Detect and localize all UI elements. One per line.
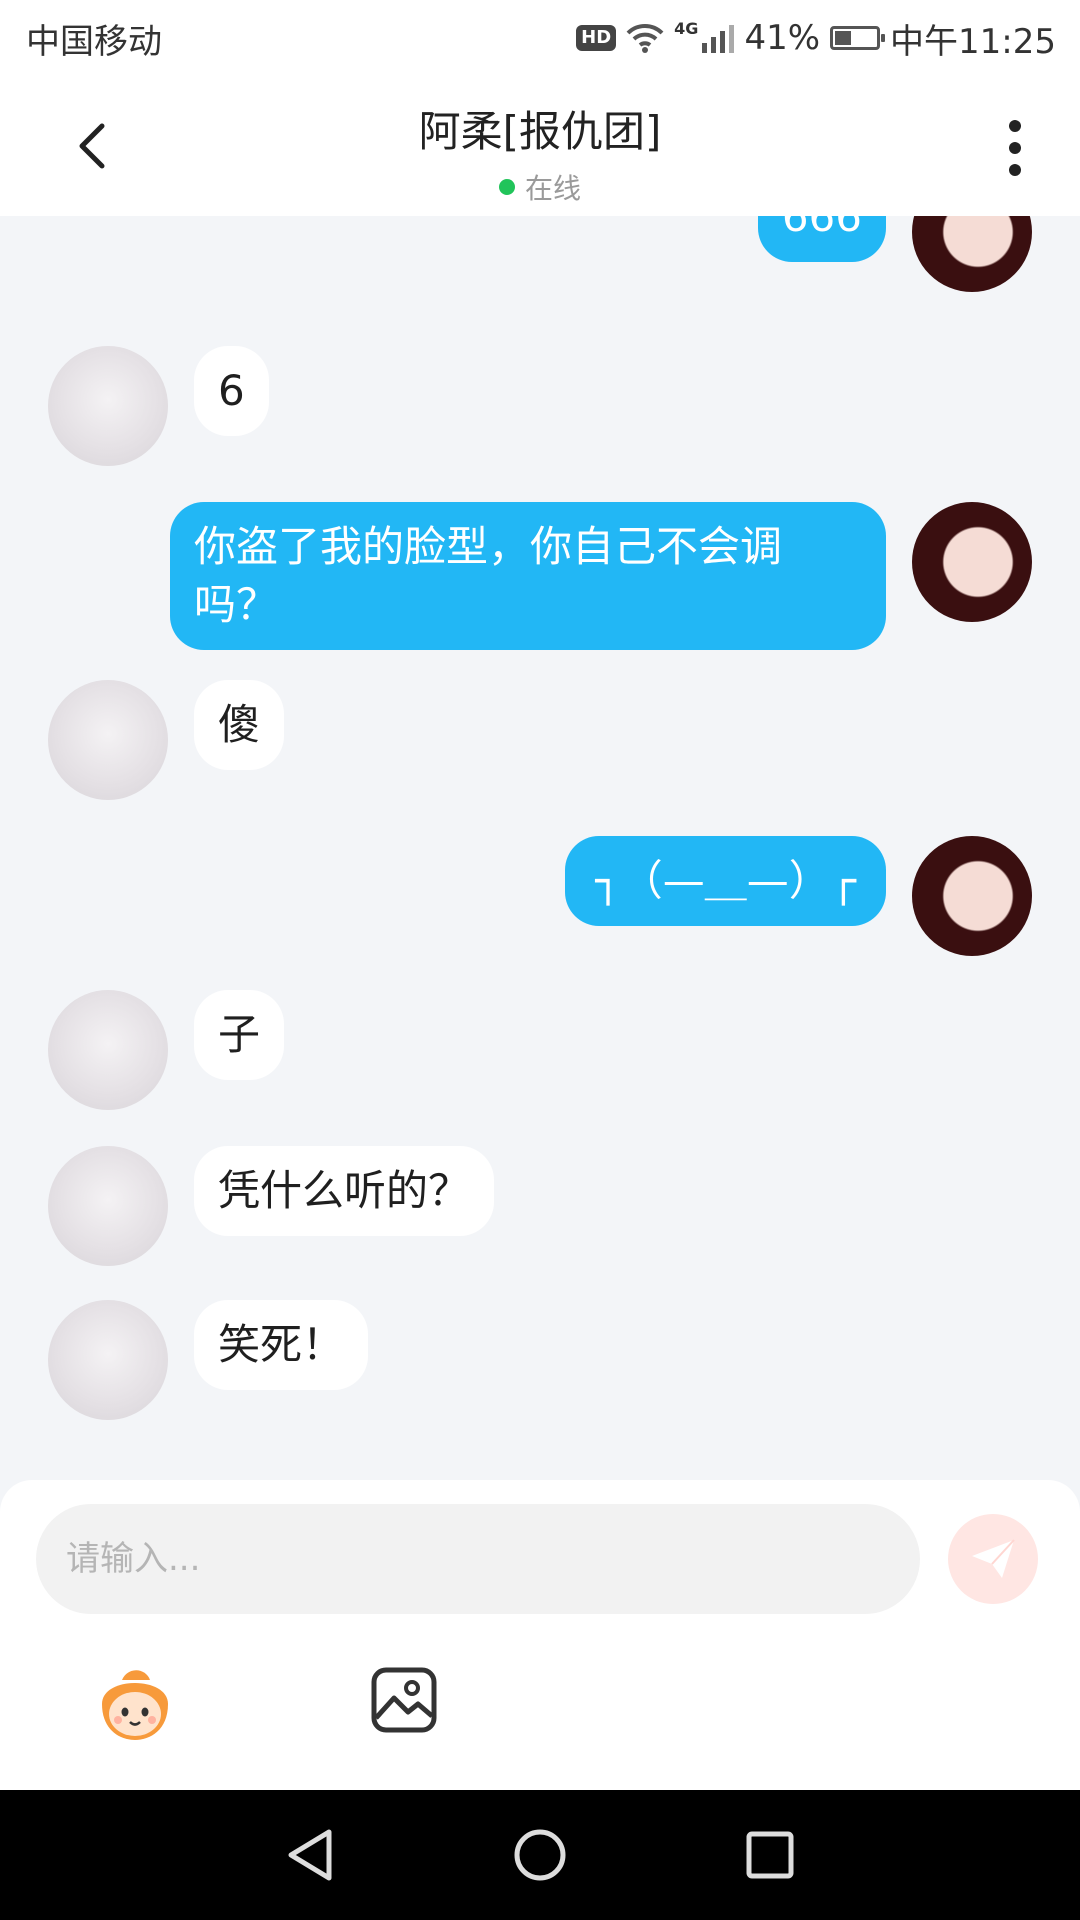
message-bubble[interactable]: 6 bbox=[194, 346, 269, 436]
online-dot-icon bbox=[498, 179, 515, 195]
image-icon bbox=[371, 1667, 437, 1733]
send-icon bbox=[972, 1539, 1015, 1578]
message-list[interactable]: 666 6 你盗了我的脸型，你自己不会调吗？ 傻 ┐（—＿—）┌ 子 凭什么听的… bbox=[0, 216, 1080, 1480]
message-row: 666 bbox=[757, 216, 1032, 292]
status-icons: HD 4G 41% 中午11:25 bbox=[576, 14, 1056, 63]
message-row: 你盗了我的脸型，你自己不会调吗？ bbox=[170, 502, 1032, 650]
message-row: ┐（—＿—）┌ bbox=[565, 836, 1032, 956]
message-bubble[interactable]: 傻 bbox=[194, 680, 285, 770]
contact-avatar[interactable] bbox=[48, 1146, 168, 1266]
circle-home-icon bbox=[514, 1829, 566, 1881]
composer bbox=[0, 1480, 1080, 1790]
message-row: 子 bbox=[48, 990, 285, 1110]
chat-title: 阿柔[报仇团] bbox=[418, 107, 662, 156]
nav-back-button[interactable] bbox=[280, 1825, 340, 1885]
contact-avatar[interactable] bbox=[48, 346, 168, 466]
contact-avatar[interactable] bbox=[48, 990, 168, 1110]
my-avatar[interactable] bbox=[912, 836, 1032, 956]
message-bubble[interactable]: 子 bbox=[194, 990, 285, 1080]
wifi-icon bbox=[626, 23, 664, 53]
chat-header: 阿柔[报仇团] 在线 bbox=[0, 76, 1080, 216]
signal-icon bbox=[702, 23, 735, 53]
contact-avatar[interactable] bbox=[48, 1300, 168, 1420]
battery-icon bbox=[830, 26, 886, 50]
image-button[interactable] bbox=[370, 1666, 438, 1734]
mascot-face-icon bbox=[102, 1670, 168, 1740]
message-input[interactable] bbox=[36, 1504, 920, 1614]
online-status: 在线 bbox=[0, 167, 1080, 207]
nav-recents-button[interactable] bbox=[740, 1825, 800, 1885]
my-avatar[interactable] bbox=[912, 502, 1032, 622]
status-bar: 中国移动 HD 4G 41% 中午11:25 bbox=[0, 0, 1080, 76]
sticker-button[interactable] bbox=[92, 1662, 178, 1742]
nav-home-button[interactable] bbox=[510, 1825, 570, 1885]
triangle-back-icon bbox=[288, 1829, 332, 1881]
message-row: 6 bbox=[48, 346, 269, 466]
send-button[interactable] bbox=[948, 1514, 1038, 1604]
message-bubble[interactable]: ┐（—＿—）┌ bbox=[565, 836, 886, 926]
more-options-button[interactable] bbox=[990, 116, 1040, 180]
my-avatar[interactable] bbox=[912, 216, 1032, 292]
message-row: 凭什么听的？ bbox=[48, 1146, 495, 1266]
online-status-label: 在线 bbox=[524, 172, 581, 205]
hd-badge: HD bbox=[576, 25, 617, 51]
title-block: 阿柔[报仇团] 在线 bbox=[0, 98, 1080, 207]
more-vertical-icon bbox=[1009, 120, 1021, 176]
square-recents-icon bbox=[746, 1831, 794, 1879]
message-row: 笑死！ bbox=[48, 1300, 369, 1420]
clock: 中午11:25 bbox=[890, 21, 1056, 62]
message-bubble[interactable]: 凭什么听的？ bbox=[194, 1146, 495, 1236]
message-bubble[interactable]: 笑死！ bbox=[194, 1300, 369, 1390]
carrier-label: 中国移动 bbox=[26, 21, 162, 62]
message-row: 傻 bbox=[48, 680, 285, 800]
network-type: 4G bbox=[674, 18, 699, 38]
battery-percent: 41% bbox=[744, 18, 821, 58]
message-bubble[interactable]: 你盗了我的脸型，你自己不会调吗？ bbox=[170, 502, 886, 650]
message-bubble[interactable]: 666 bbox=[757, 216, 886, 262]
contact-avatar[interactable] bbox=[48, 680, 168, 800]
system-nav-bar bbox=[0, 1790, 1080, 1920]
